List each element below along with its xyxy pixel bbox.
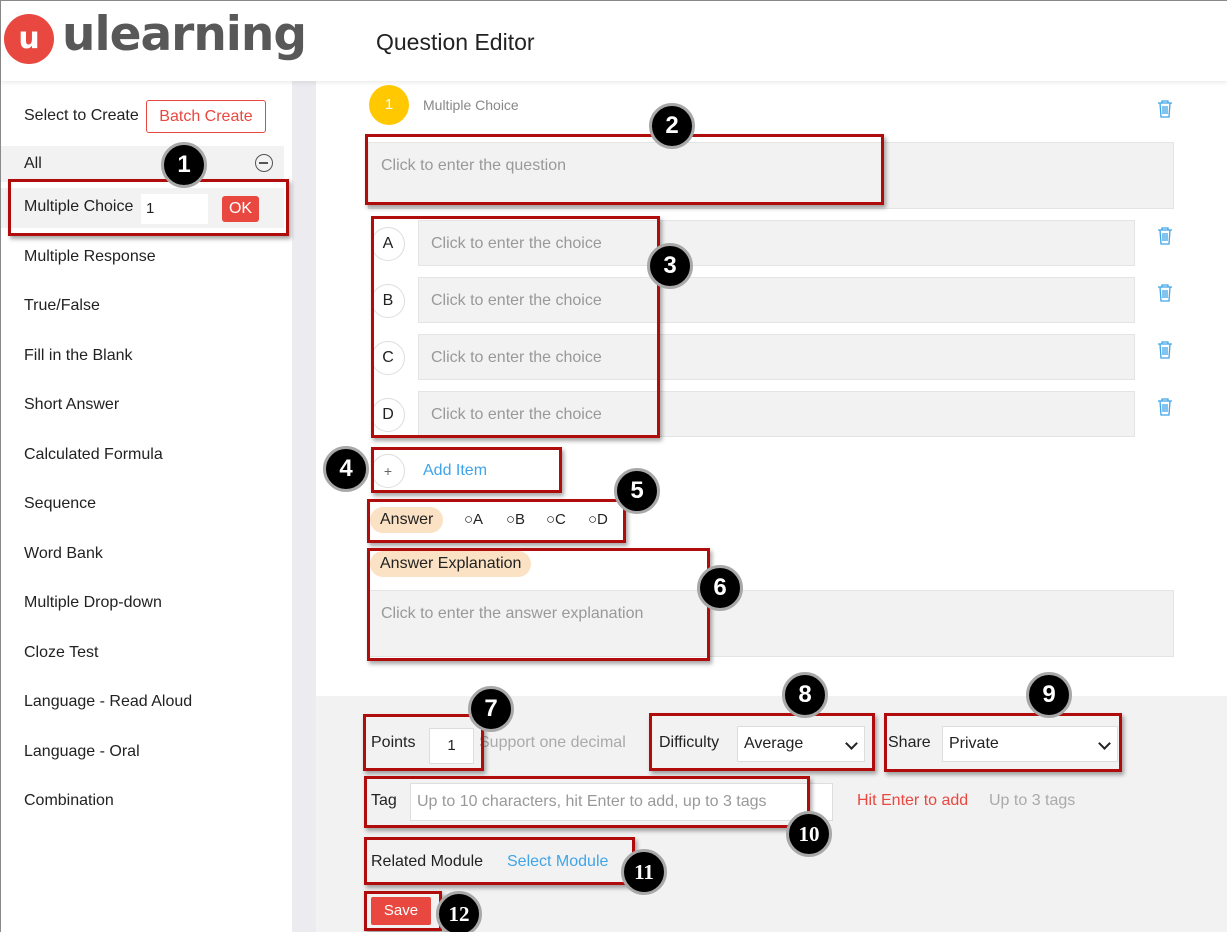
sidebar-item-language-oral[interactable]: Language - Oral [24, 743, 140, 761]
annotation-marker-12: 12 [436, 891, 482, 932]
delete-choice-b-icon[interactable] [1157, 284, 1173, 302]
highlight-box-8 [649, 713, 875, 771]
highlight-box-11 [364, 837, 635, 885]
highlight-box-2 [365, 134, 884, 205]
points-hint: Support one decimal [479, 734, 626, 751]
highlight-box-6 [367, 548, 710, 661]
sidebar-item-multiple-drop-down[interactable]: Multiple Drop-down [24, 594, 162, 612]
annotation-marker-11: 11 [621, 849, 667, 895]
annotation-marker-9: 9 [1026, 672, 1072, 718]
sidebar-item-multiple-response[interactable]: Multiple Response [24, 248, 156, 266]
delete-question-icon[interactable] [1157, 100, 1173, 118]
highlight-box-7 [363, 714, 484, 771]
select-to-create-label: Select to Create [24, 107, 139, 124]
delete-choice-c-icon[interactable] [1157, 341, 1173, 359]
sidebar-item-sequence[interactable]: Sequence [24, 495, 96, 513]
highlight-box-10 [364, 776, 810, 828]
sidebar-item-calculated-formula[interactable]: Calculated Formula [24, 446, 163, 464]
sidebar-item-all[interactable]: All [1, 146, 284, 182]
sidebar-item-cloze-test[interactable]: Cloze Test [24, 644, 98, 662]
page-title: Question Editor [376, 29, 535, 55]
batch-create-button[interactable]: Batch Create [146, 100, 266, 133]
tag-hint-limit: Up to 3 tags [989, 792, 1076, 809]
sidebar-item-combination[interactable]: Combination [24, 792, 114, 810]
annotation-marker-2: 2 [649, 103, 695, 149]
sidebar-item-short-answer[interactable]: Short Answer [24, 396, 119, 414]
annotation-marker-4: 4 [323, 446, 369, 492]
highlight-box-9 [884, 713, 1122, 772]
header: u ulearning Question Editor [1, 1, 1227, 81]
ulearning-logo: u ulearning [4, 7, 307, 71]
sidebar-item-fill-in-the-blank[interactable]: Fill in the Blank [24, 347, 133, 365]
annotation-marker-7: 7 [468, 686, 514, 732]
annotation-marker-3: 3 [647, 243, 693, 289]
annotation-marker-6: 6 [697, 565, 743, 611]
question-editor-window: u ulearning Question Editor Select to Cr… [0, 0, 1227, 932]
highlight-box-5 [367, 499, 626, 543]
delete-choice-d-icon[interactable] [1157, 398, 1173, 416]
logo-text: ulearning [62, 7, 307, 62]
sidebar-item-true-false[interactable]: True/False [24, 297, 100, 315]
highlight-box-4 [371, 447, 562, 493]
sidebar-item-word-bank[interactable]: Word Bank [24, 545, 103, 563]
logo-mark: u [4, 14, 54, 64]
highlight-box-1 [8, 179, 289, 236]
annotation-marker-1: 1 [161, 142, 207, 188]
sidebar-item-language-read-aloud[interactable]: Language - Read Aloud [24, 693, 192, 711]
collapse-icon[interactable] [255, 154, 273, 172]
highlight-box-12 [364, 891, 442, 931]
question-number-badge: 1 [369, 85, 409, 125]
annotation-marker-5: 5 [614, 468, 660, 514]
question-type-label: Multiple Choice [423, 97, 519, 113]
sidebar-scroll-gutter [292, 81, 316, 932]
annotation-marker-8: 8 [782, 672, 828, 718]
annotation-marker-10: 10 [786, 811, 832, 857]
highlight-box-3 [371, 216, 660, 438]
delete-choice-a-icon[interactable] [1157, 227, 1173, 245]
tag-hint-enter: Hit Enter to add [857, 792, 969, 809]
sidebar-item-label: All [24, 155, 42, 172]
